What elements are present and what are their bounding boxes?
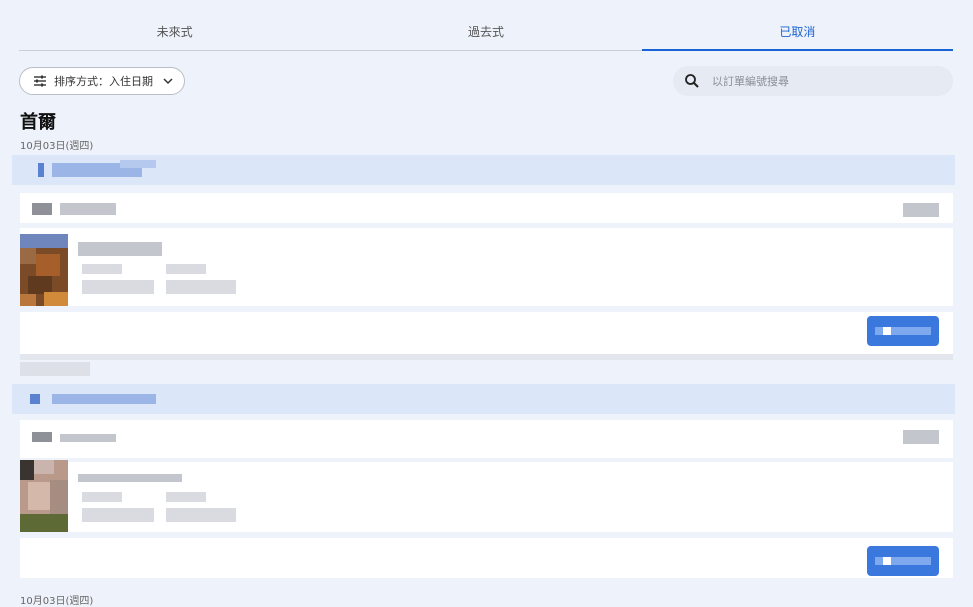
hotel-thumbnail (20, 460, 68, 532)
card-divider (20, 354, 953, 360)
booking-card-footer (20, 538, 953, 578)
booking-card-body (20, 460, 953, 532)
tab-past[interactable]: 過去式 (330, 0, 641, 50)
booking-action-button[interactable] (867, 546, 939, 576)
next-group-date: 10月03日(週四) (20, 596, 94, 607)
search-icon (685, 74, 699, 88)
tab-cancelled[interactable]: 已取消 (641, 0, 954, 51)
sort-button[interactable]: 排序方式：入住日期 (19, 67, 185, 95)
booking-status-tabs: 未來式 過去式 已取消 (19, 0, 954, 51)
search-input[interactable] (710, 73, 934, 89)
booking-card-footer (20, 312, 953, 354)
sliders-icon (34, 75, 46, 87)
booking-card-body (20, 228, 953, 306)
group-date: 10月03日(週四) (20, 141, 94, 152)
booking-card-row (20, 193, 953, 223)
booking-card-header (12, 384, 955, 414)
booking-card-header (12, 155, 955, 185)
tab-upcoming[interactable]: 未來式 (19, 0, 330, 50)
booking-action-button[interactable] (867, 316, 939, 346)
chevron-down-icon (163, 78, 173, 85)
order-search (673, 66, 953, 96)
city-heading: 首爾 (20, 112, 56, 133)
blurred-label (20, 362, 90, 376)
hotel-thumbnail (20, 234, 68, 306)
sort-label: 排序方式：入住日期 (54, 75, 153, 88)
booking-card-row (20, 420, 953, 458)
